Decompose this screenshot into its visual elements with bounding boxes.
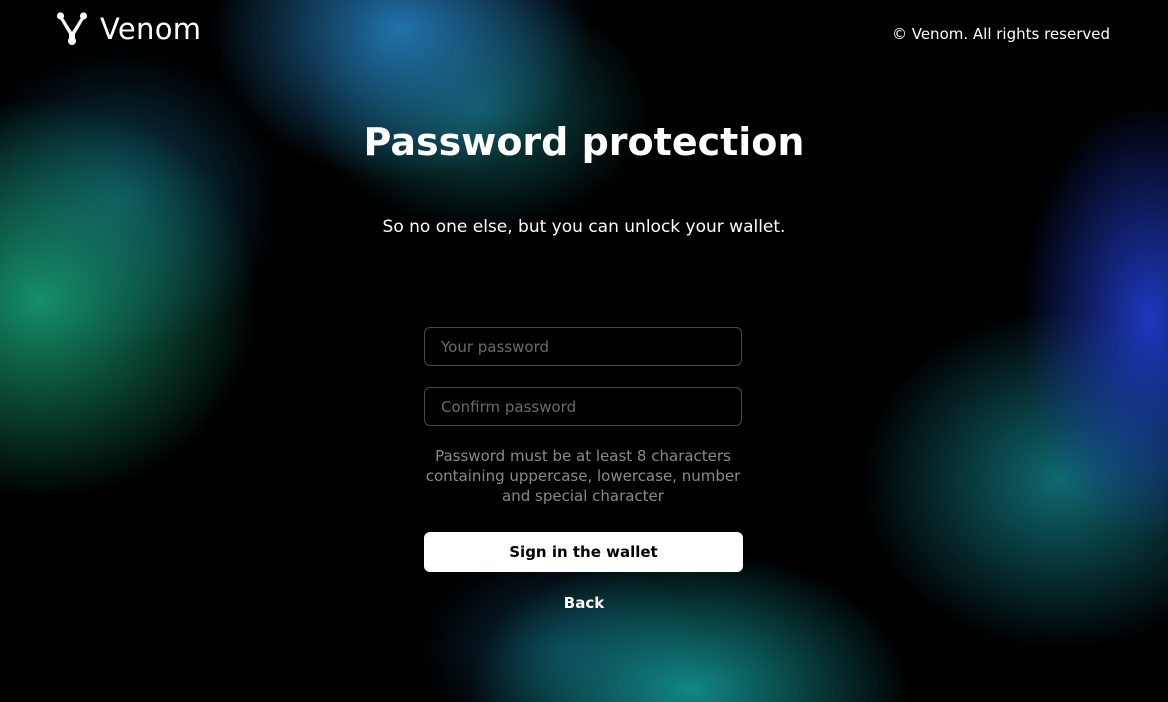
hint-line: containing uppercase, lowercase, number bbox=[425, 467, 741, 485]
confirm-password-input[interactable] bbox=[424, 387, 742, 426]
hint-line: and special character bbox=[502, 487, 664, 505]
page-title: Password protection bbox=[363, 120, 805, 164]
password-requirements-hint: Password must be at least 8 characters c… bbox=[424, 446, 742, 506]
brand-logo: Venom bbox=[56, 12, 201, 46]
venom-logo-icon bbox=[56, 12, 88, 46]
hint-line: Password must be at least 8 characters bbox=[435, 447, 731, 465]
brand-name: Venom bbox=[100, 12, 202, 46]
password-protection-page: Venom © Venom. All rights reserved Passw… bbox=[0, 0, 1168, 702]
password-input[interactable] bbox=[424, 327, 742, 366]
back-link[interactable]: Back bbox=[0, 594, 1168, 612]
sign-in-wallet-button[interactable]: Sign in the wallet bbox=[424, 532, 743, 572]
copyright-text: © Venom. All rights reserved bbox=[891, 25, 1110, 43]
page-subtitle: So no one else, but you can unlock your … bbox=[382, 217, 786, 237]
